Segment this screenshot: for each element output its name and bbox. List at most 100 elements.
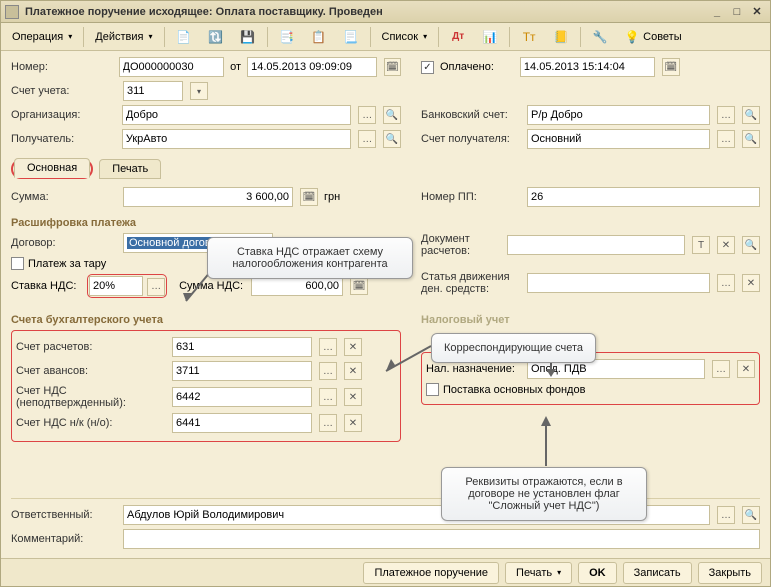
tb-icon-dk[interactable]: Дт xyxy=(443,26,473,48)
acc-vat-unc-input[interactable] xyxy=(172,387,312,407)
acc-vat-nk-input[interactable] xyxy=(172,413,312,433)
list-menu[interactable]: Список xyxy=(375,26,435,48)
tax-title: Налоговый учет xyxy=(421,314,760,326)
doc-x-icon[interactable]: ✕ xyxy=(717,236,735,254)
currency-label: грн xyxy=(324,191,340,203)
footer-print-button[interactable]: Печать xyxy=(505,562,572,584)
minimize-button[interactable]: _ xyxy=(708,4,726,20)
recipient-label: Получатель: xyxy=(11,133,116,145)
vat-rate-label: Ставка НДС: xyxy=(11,280,81,292)
date-input[interactable] xyxy=(247,57,377,77)
footer-print-label: Печать xyxy=(516,567,552,579)
callout-corr: Корреспондирующие счета xyxy=(431,333,596,363)
tb-icon-tool[interactable]: 🔧 xyxy=(585,26,615,48)
recipient-acc-select-icon[interactable]: … xyxy=(717,130,735,148)
recipient-input[interactable] xyxy=(122,129,352,149)
move-x-icon[interactable]: ✕ xyxy=(742,274,760,292)
vat-rate-input[interactable] xyxy=(89,276,143,296)
bank-select-icon[interactable]: … xyxy=(717,106,735,124)
recipient-acc-input[interactable] xyxy=(527,129,710,149)
pp-label: Номер ПП: xyxy=(421,191,521,203)
footer-save-button[interactable]: Записать xyxy=(623,562,692,584)
acc-adv-input[interactable] xyxy=(172,361,312,381)
tb-icon-save[interactable]: 💾 xyxy=(233,26,263,48)
pp-input[interactable] xyxy=(527,187,760,207)
advice-label: Советы xyxy=(643,31,681,43)
responsible-label: Ответственный: xyxy=(11,509,117,521)
vat-sum-calc-icon[interactable]: 🗓 xyxy=(350,277,368,295)
account-label: Счет учета: xyxy=(11,85,117,97)
sum-calc-icon[interactable]: 🗓 xyxy=(300,188,318,206)
vat-rate-select-icon[interactable]: … xyxy=(147,278,165,296)
tb-icon-doc2[interactable]: 📋 xyxy=(304,26,334,48)
vat-rate-highlight: … xyxy=(87,274,167,298)
callout-vat-scheme: Ставка НДС отражает схему налогообложени… xyxy=(207,237,413,279)
org-search-icon[interactable]: 🔍 xyxy=(383,106,401,124)
acc-vat-unc-x-icon[interactable]: ✕ xyxy=(344,388,362,406)
acc-adv-x-icon[interactable]: ✕ xyxy=(344,362,362,380)
acc-vat-nk-x-icon[interactable]: ✕ xyxy=(344,414,362,432)
number-input[interactable] xyxy=(119,57,225,77)
recipient-select-icon[interactable]: … xyxy=(358,130,376,148)
tab-print[interactable]: Печать xyxy=(99,159,161,179)
comment-input[interactable] xyxy=(123,529,760,549)
supply-fixed-checkbox[interactable] xyxy=(426,383,439,396)
tab-main[interactable]: Основная xyxy=(14,158,90,178)
footer-pp-button[interactable]: Платежное поручение xyxy=(363,562,499,584)
recipient-acc-search-icon[interactable]: 🔍 xyxy=(742,130,760,148)
paid-date-input[interactable] xyxy=(520,57,655,77)
acc-calc-select-icon[interactable]: … xyxy=(319,338,337,356)
recipient-acc-label: Счет получателя: xyxy=(421,133,521,145)
footer-close-button[interactable]: Закрыть xyxy=(698,562,762,584)
advice-button[interactable]: 💡Советы xyxy=(617,26,688,48)
doc-calc-input[interactable] xyxy=(507,235,685,255)
maximize-button[interactable]: □ xyxy=(728,4,746,20)
window-title: Платежное поручение исходящее: Оплата по… xyxy=(25,6,706,18)
bank-search-icon[interactable]: 🔍 xyxy=(742,106,760,124)
close-button[interactable]: ✕ xyxy=(748,4,766,20)
acc-calc-x-icon[interactable]: ✕ xyxy=(344,338,362,356)
tb-icon-doc3[interactable]: 📃 xyxy=(336,26,366,48)
footer-ok-label: OK xyxy=(589,567,606,579)
paid-date-picker-icon[interactable]: 🗓 xyxy=(662,58,680,76)
tb-icon-1[interactable]: 📄 xyxy=(169,26,199,48)
tb-icon-refresh[interactable]: 🔃 xyxy=(201,26,231,48)
account-input[interactable] xyxy=(123,81,183,101)
paid-checkbox[interactable]: ✓ xyxy=(421,61,434,74)
tax-dest-select-icon[interactable]: … xyxy=(712,360,730,378)
tare-label: Платеж за тару xyxy=(28,258,106,270)
bank-label: Банковский счет: xyxy=(421,109,521,121)
tb-icon-report[interactable]: 📊 xyxy=(475,26,505,48)
doc-calc-label: Документ расчетов: xyxy=(421,233,501,257)
doc-search-icon[interactable]: 🔍 xyxy=(742,236,760,254)
recipient-search-icon[interactable]: 🔍 xyxy=(383,130,401,148)
tax-dest-x-icon[interactable]: ✕ xyxy=(737,360,755,378)
bank-input[interactable] xyxy=(527,105,710,125)
account-dropdown-icon[interactable] xyxy=(190,82,208,100)
responsible-select-icon[interactable]: … xyxy=(717,506,735,524)
acc-vat-unc-label: Счет НДС (неподтвержденный): xyxy=(16,385,166,409)
responsible-search-icon[interactable]: 🔍 xyxy=(742,506,760,524)
acc-calc-input[interactable] xyxy=(172,337,312,357)
doc-t-icon[interactable]: T xyxy=(692,236,710,254)
org-select-icon[interactable]: … xyxy=(358,106,376,124)
contract-label: Договор: xyxy=(11,237,117,249)
acc-adv-select-icon[interactable]: … xyxy=(319,362,337,380)
acc-vat-unc-select-icon[interactable]: … xyxy=(319,388,337,406)
move-input[interactable] xyxy=(527,273,710,293)
move-select-icon[interactable]: … xyxy=(717,274,735,292)
date-picker-icon[interactable]: 🗓 xyxy=(384,58,401,76)
acc-adv-label: Счет авансов: xyxy=(16,365,166,377)
org-input[interactable] xyxy=(122,105,352,125)
operation-menu[interactable]: Операция xyxy=(5,26,79,48)
tb-icon-tt[interactable]: Tт xyxy=(514,26,544,48)
sum-input[interactable] xyxy=(123,187,293,207)
footer-ok-button[interactable]: OK xyxy=(578,562,617,584)
tab-main-highlight: Основная xyxy=(11,159,93,179)
tb-icon-journal[interactable]: 📒 xyxy=(546,26,576,48)
tare-checkbox[interactable] xyxy=(11,257,24,270)
tb-icon-doc1[interactable]: 📑 xyxy=(272,26,302,48)
vat-sum-input[interactable] xyxy=(251,276,343,296)
actions-menu[interactable]: Действия xyxy=(88,26,159,48)
acc-vat-nk-select-icon[interactable]: … xyxy=(319,414,337,432)
